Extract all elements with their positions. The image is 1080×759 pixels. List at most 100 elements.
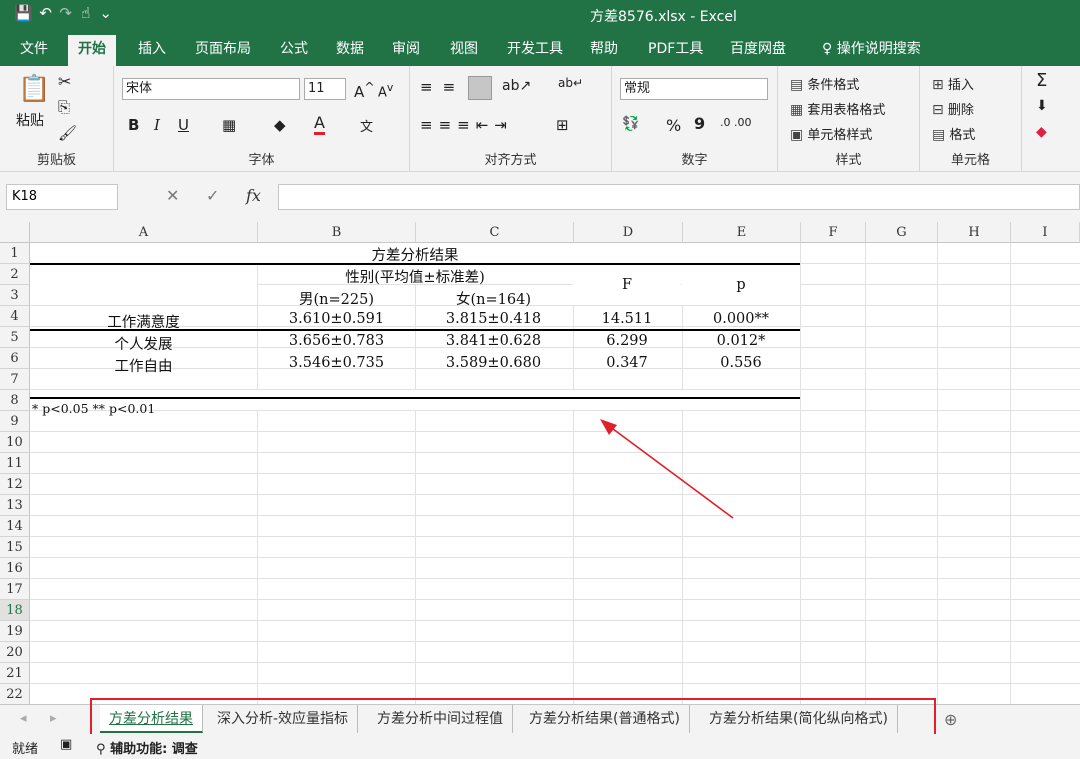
macro-record-icon[interactable]: ▣	[60, 737, 72, 752]
format-painter-icon[interactable]: 🖌	[58, 124, 77, 142]
accessibility-status[interactable]: ⚲ 辅助功能: 调查	[96, 738, 198, 757]
cell-styles-button[interactable]: ▣ 单元格样式	[790, 124, 872, 143]
row-header[interactable]: 10	[0, 432, 30, 453]
phonetic-icon[interactable]: 文	[360, 116, 373, 135]
autosum-icon[interactable]: Σ	[1036, 70, 1047, 91]
paste-button[interactable]: 粘贴	[16, 110, 44, 130]
comma-button[interactable]: 9	[694, 114, 705, 133]
column-header[interactable]: I	[1011, 222, 1080, 243]
tab-help[interactable]: 帮助	[580, 35, 628, 66]
row-header[interactable]: 3	[0, 285, 30, 306]
tab-pdf-tools[interactable]: PDF工具	[638, 35, 713, 66]
number-format-box[interactable]: 常规	[620, 78, 768, 100]
row-header[interactable]: 11	[0, 453, 30, 474]
borders-icon[interactable]: ▦	[222, 116, 236, 134]
cancel-icon[interactable]: ✕	[166, 186, 179, 205]
row-header[interactable]: 21	[0, 663, 30, 684]
copy-icon[interactable]: ⎘	[58, 98, 70, 116]
format-cells-button[interactable]: ▤ 格式	[932, 124, 975, 143]
column-header[interactable]: H	[938, 222, 1011, 243]
row-header[interactable]: 17	[0, 579, 30, 600]
row-header[interactable]: 1	[0, 243, 30, 264]
row-header[interactable]: 6	[0, 348, 30, 369]
tab-file[interactable]: 文件	[10, 35, 58, 66]
decimal-icons[interactable]: .0 .00	[720, 116, 752, 129]
row-header[interactable]: 7	[0, 369, 30, 390]
row-header[interactable]: 14	[0, 516, 30, 537]
delete-cells-button[interactable]: ⊟ 删除	[932, 99, 974, 118]
formula-input[interactable]	[278, 184, 1080, 210]
customize-qat-icon[interactable]: ⌄	[99, 4, 113, 22]
merge-center-icon[interactable]: ⊞	[556, 116, 569, 134]
increase-font-icon[interactable]: A^	[354, 79, 375, 101]
decrease-font-icon[interactable]: Av	[378, 81, 393, 100]
format-as-table-button[interactable]: ▦ 套用表格格式	[790, 99, 885, 118]
orientation-icon[interactable]: ab↗	[502, 78, 531, 94]
tab-review[interactable]: 审阅	[382, 35, 430, 66]
insert-function-icon[interactable]: fx	[246, 186, 261, 205]
undo-icon[interactable]: ↶	[39, 4, 53, 22]
cell-grid[interactable]: 方差分析结果 性别(平均值±标准差) 男(n=225) 女(n=164) F p…	[30, 243, 1080, 704]
row-header[interactable]: 20	[0, 642, 30, 663]
italic-button[interactable]: I	[154, 116, 160, 134]
column-header[interactable]: E	[683, 222, 801, 243]
row-header[interactable]: 19	[0, 621, 30, 642]
fill-icon[interactable]: ⬇	[1036, 98, 1048, 114]
tab-insert[interactable]: 插入	[128, 35, 176, 66]
row-header[interactable]: 13	[0, 495, 30, 516]
currency-icon[interactable]: 💱	[622, 116, 639, 132]
font-size-box[interactable]: 11	[304, 78, 346, 100]
column-header[interactable]: F	[801, 222, 866, 243]
column-header[interactable]: G	[866, 222, 938, 243]
clear-icon[interactable]: ◆	[1036, 124, 1047, 140]
bold-button[interactable]: B	[128, 116, 139, 134]
male-value: 3.656±0.783	[288, 333, 385, 349]
column-header[interactable]: D	[574, 222, 683, 243]
row-header[interactable]: 2	[0, 264, 30, 285]
tab-view[interactable]: 视图	[440, 35, 488, 66]
select-all-corner[interactable]	[0, 222, 30, 243]
row-header[interactable]: 18	[0, 600, 30, 621]
format-label: 格式	[949, 128, 976, 143]
bottom-align-icon[interactable]	[468, 76, 492, 100]
tab-page-layout[interactable]: 页面布局	[185, 35, 261, 66]
underline-button[interactable]: U	[178, 116, 189, 134]
cell-styles-label: 单元格样式	[807, 128, 873, 143]
row-header[interactable]: 8	[0, 390, 30, 411]
insert-cells-button[interactable]: ⊞ 插入	[932, 74, 974, 93]
horizontal-align-icons[interactable]: ≡≡≡⇤⇥	[420, 116, 513, 134]
font-name-box[interactable]: 宋体	[122, 78, 300, 100]
name-box[interactable]: K18	[6, 184, 118, 210]
font-color-icon[interactable]: A	[314, 114, 325, 135]
tab-data[interactable]: 数据	[326, 35, 374, 66]
save-icon[interactable]: 💾	[14, 4, 33, 22]
add-sheet-icon[interactable]: ⊕	[944, 710, 957, 729]
scroll-left-icon[interactable]: ◂	[20, 711, 27, 726]
column-header[interactable]: C	[416, 222, 574, 243]
conditional-formatting-button[interactable]: ▤ 条件格式	[790, 74, 859, 93]
row-header[interactable]: 9	[0, 411, 30, 432]
touch-mode-icon[interactable]: ☝	[79, 4, 93, 22]
row-header[interactable]: 12	[0, 474, 30, 495]
tab-baidu-netdisk[interactable]: 百度网盘	[720, 35, 796, 66]
vertical-align-icons[interactable]: ≡≡	[420, 78, 465, 96]
percent-button[interactable]: %	[666, 116, 681, 135]
row-header[interactable]: 22	[0, 684, 30, 704]
tab-formulas[interactable]: 公式	[270, 35, 318, 66]
fill-color-icon[interactable]: ◆	[274, 116, 286, 134]
redo-icon[interactable]: ↷	[59, 4, 73, 22]
row-header[interactable]: 5	[0, 327, 30, 348]
enter-icon[interactable]: ✓	[206, 186, 219, 205]
row-header[interactable]: 15	[0, 537, 30, 558]
column-header[interactable]: B	[258, 222, 416, 243]
column-header[interactable]: A	[30, 222, 258, 243]
row-header[interactable]: 4	[0, 306, 30, 327]
wrap-text-icon[interactable]: ab↵	[558, 76, 583, 90]
paste-icon[interactable]: 📋	[18, 74, 50, 104]
tab-home[interactable]: 开始	[68, 35, 116, 66]
cut-icon[interactable]: ✂	[58, 72, 71, 91]
tab-developer[interactable]: 开发工具	[497, 35, 573, 66]
tell-me-search[interactable]: ♀ 操作说明搜索	[812, 35, 931, 66]
scroll-right-icon[interactable]: ▸	[50, 711, 57, 726]
row-header[interactable]: 16	[0, 558, 30, 579]
